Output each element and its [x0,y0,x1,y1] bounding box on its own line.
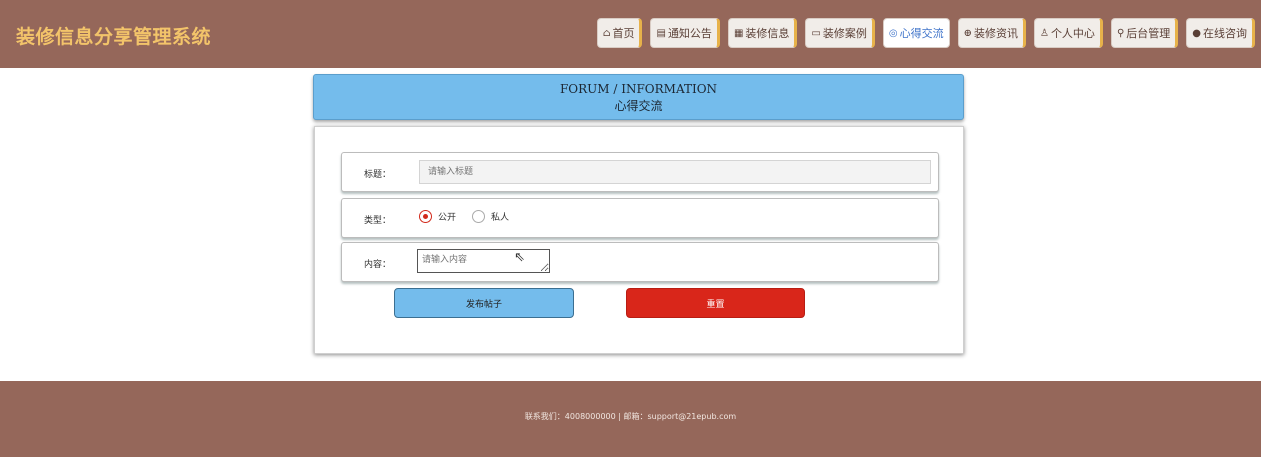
nav-label: 后台管理 [1126,27,1171,40]
case-icon: ▭ [811,27,821,39]
radio-private-label: 私人 [491,213,510,223]
picture-icon: ▦ [733,27,744,39]
section-title-cn: 心得交流 [614,99,663,113]
nav-label: 装修案例 [822,27,867,40]
radio-public[interactable]: 公开 [419,210,456,223]
footer-contact: 联系我们：4008000000 | 邮箱：support@21epub.com [524,412,737,421]
content-textarea[interactable] [417,249,550,273]
nav-item-cases[interactable]: ▭ 装修案例 [805,18,875,48]
link-icon: ⚲ [1116,27,1125,39]
nav-item-home[interactable]: ⌂ 首页 [596,18,643,48]
mouse-pointer-icon: ⇖ [514,250,525,265]
user-icon: ♙ [1039,27,1049,39]
nav-label: 心得交流 [899,27,944,40]
publish-button[interactable]: 发布帖子 [394,288,574,318]
radio-unchecked-icon[interactable] [472,210,485,223]
footer: 联系我们：4008000000 | 邮箱：support@21epub.com [0,381,1261,457]
nav-item-notice[interactable]: ▤ 通知公告 [650,18,720,48]
nav-item-decor-info[interactable]: ▦ 装修信息 [727,18,798,48]
top-navbar: 装修信息分享管理系统 ⌂ 首页 ▤ 通知公告 ▦ 装修信息 ▭ 装修案例 ◎ 心… [0,0,1261,68]
nav-label: 装修信息 [745,27,790,40]
radio-public-label: 公开 [438,213,457,223]
title-label: 标题： [364,170,392,180]
nav-label: 在线咨询 [1203,27,1247,40]
section-header: FORUM / INFORMATION 心得交流 [313,74,964,120]
reset-button[interactable]: 重置 [626,288,805,318]
nav-item-news[interactable]: ⊕ 装修资讯 [957,18,1026,48]
nav-item-forum[interactable]: ◎ 心得交流 [882,18,950,48]
notice-icon: ▤ [656,27,666,39]
form-row-title: 标题： [341,152,939,192]
home-icon: ⌂ [602,27,611,39]
nav-item-consult[interactable]: ● 在线咨询 [1186,18,1255,48]
nav-label: 个人中心 [1050,27,1095,40]
chat-bubble-icon: ● [1192,27,1201,39]
nav-label: 装修资讯 [973,27,1018,40]
nav-item-profile[interactable]: ♙ 个人中心 [1033,18,1103,48]
site-title: 装修信息分享管理系统 [16,26,212,48]
form-row-content: 内容： ⇖ [341,242,939,282]
radio-checked-icon[interactable] [419,210,432,223]
title-input[interactable] [419,160,931,184]
post-form: 标题： 类型： 公开 私人 内容： ⇖ 发布帖子 重置 [314,126,964,354]
nav-item-admin[interactable]: ⚲ 后台管理 [1110,18,1179,48]
content-label: 内容： [364,260,392,270]
type-label: 类型： [364,216,392,226]
nav-label: 首页 [612,27,635,40]
chat-icon: ◎ [888,27,898,39]
main-nav: ⌂ 首页 ▤ 通知公告 ▦ 装修信息 ▭ 装修案例 ◎ 心得交流 ⊕ 装修资讯 … [596,18,1255,48]
form-row-type: 类型： 公开 私人 [341,198,939,238]
section-title-en: FORUM / INFORMATION [559,82,718,96]
nav-label: 通知公告 [667,27,712,40]
radio-private[interactable]: 私人 [472,210,509,223]
globe-icon: ⊕ [963,27,972,39]
